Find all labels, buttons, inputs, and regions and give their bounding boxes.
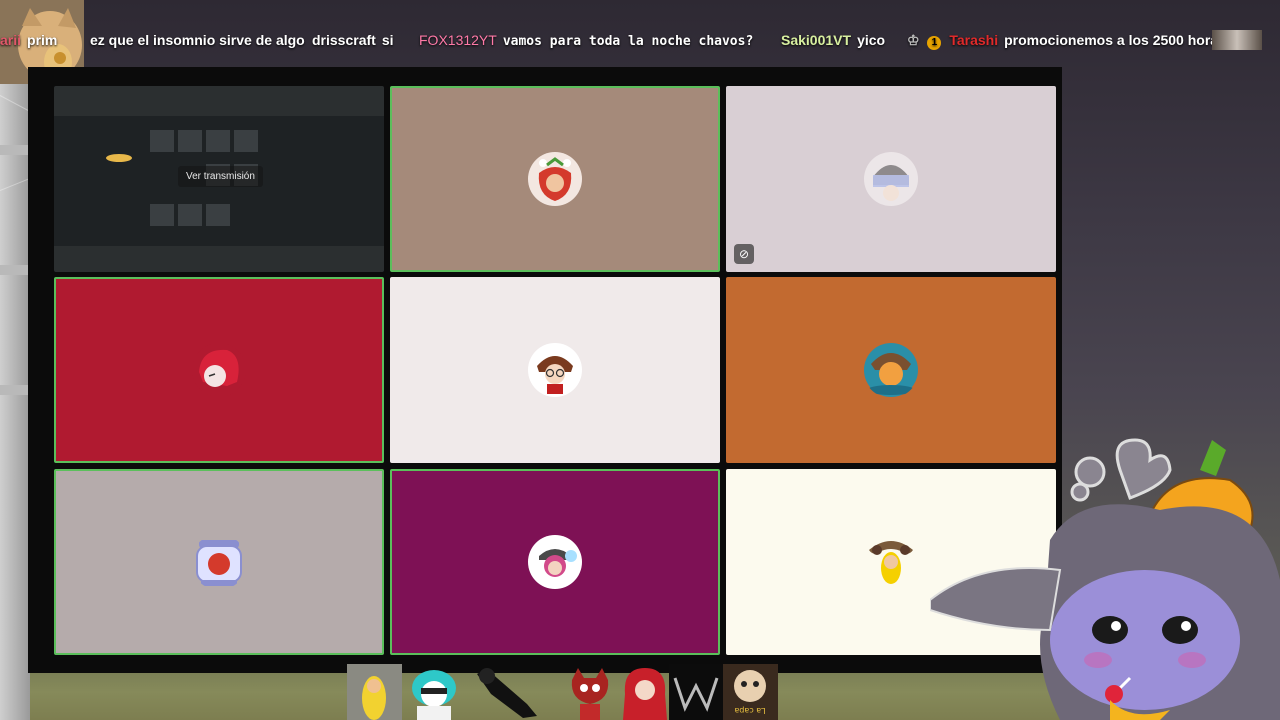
participant-tile[interactable] xyxy=(390,86,720,272)
banana-avatar-icon xyxy=(869,541,913,584)
heart-icon xyxy=(1070,438,1172,502)
chat-username[interactable]: FOX1312YT xyxy=(419,32,497,48)
brown-hair-avatar-icon xyxy=(528,343,582,397)
preview-thumb xyxy=(206,204,230,226)
dark-character-icon xyxy=(477,668,537,718)
preview-thumb xyxy=(234,130,258,152)
red-fox-character-icon xyxy=(571,668,609,720)
preview-thumb xyxy=(150,204,174,226)
participant-tile[interactable]: ⊘ xyxy=(726,86,1056,272)
pilot-avatar-icon xyxy=(864,343,918,397)
jar-avatar-icon xyxy=(196,540,242,586)
chat-username[interactable]: arii xyxy=(0,32,21,48)
vtuber-avatar xyxy=(930,438,1280,720)
muted-video-icon: ⊘ xyxy=(734,244,754,264)
preview-thumb xyxy=(150,130,174,152)
participant-tile[interactable] xyxy=(390,277,720,463)
chat-text: ez que el insomnio sirve de algo xyxy=(90,32,305,48)
la-capa-caption: La capa xyxy=(734,706,765,715)
pole-crossbar xyxy=(0,145,30,155)
call-grid: Ver transmisión ⊘ xyxy=(28,67,1062,673)
chat-username[interactable]: Saki001VT xyxy=(781,32,851,48)
preview-thumb xyxy=(178,130,202,152)
la-capa-character-icon: La capa xyxy=(723,664,778,720)
logo-character-icon xyxy=(669,664,724,720)
chat-username[interactable]: Tarashi xyxy=(949,32,998,48)
chat-text: promocionemos a los 2500 horas xyxy=(1004,32,1226,48)
number-badge: 1 xyxy=(927,36,942,50)
chat-text: vamos para toda la noche chavos? xyxy=(502,34,754,49)
watch-stream-button[interactable]: Ver transmisión xyxy=(178,166,263,187)
strawberry-avatar-icon xyxy=(528,152,582,206)
pole-crossbar xyxy=(0,385,30,395)
chat-text: si xyxy=(381,32,394,48)
preview-sticker-icon xyxy=(106,154,132,162)
chat-text: prim xyxy=(27,32,58,48)
participant-tile[interactable] xyxy=(54,277,384,463)
participant-tile[interactable] xyxy=(390,469,720,655)
red-hair-character-icon xyxy=(623,668,667,720)
red-hair-avatar-icon xyxy=(192,343,246,397)
preview-thumb xyxy=(206,130,230,152)
glasses-avatar-icon xyxy=(864,152,918,206)
pole-crossbar xyxy=(0,265,30,275)
participant-tile[interactable] xyxy=(54,469,384,655)
emote-icon xyxy=(1212,30,1262,50)
teal-hair-character-icon xyxy=(412,670,456,720)
crown-badge-icon: ♔ xyxy=(907,32,920,48)
chat-ticker: arii prim ez que el insomnio sirve de alg… xyxy=(0,28,1280,54)
preview-thumb xyxy=(178,204,202,226)
cap-avatar-icon xyxy=(528,535,582,589)
chat-username[interactable]: drisscraft xyxy=(312,32,376,48)
chat-text: yico xyxy=(857,32,886,48)
banana-character-icon xyxy=(347,664,402,720)
stream-tile[interactable]: Ver transmisión xyxy=(54,86,384,272)
